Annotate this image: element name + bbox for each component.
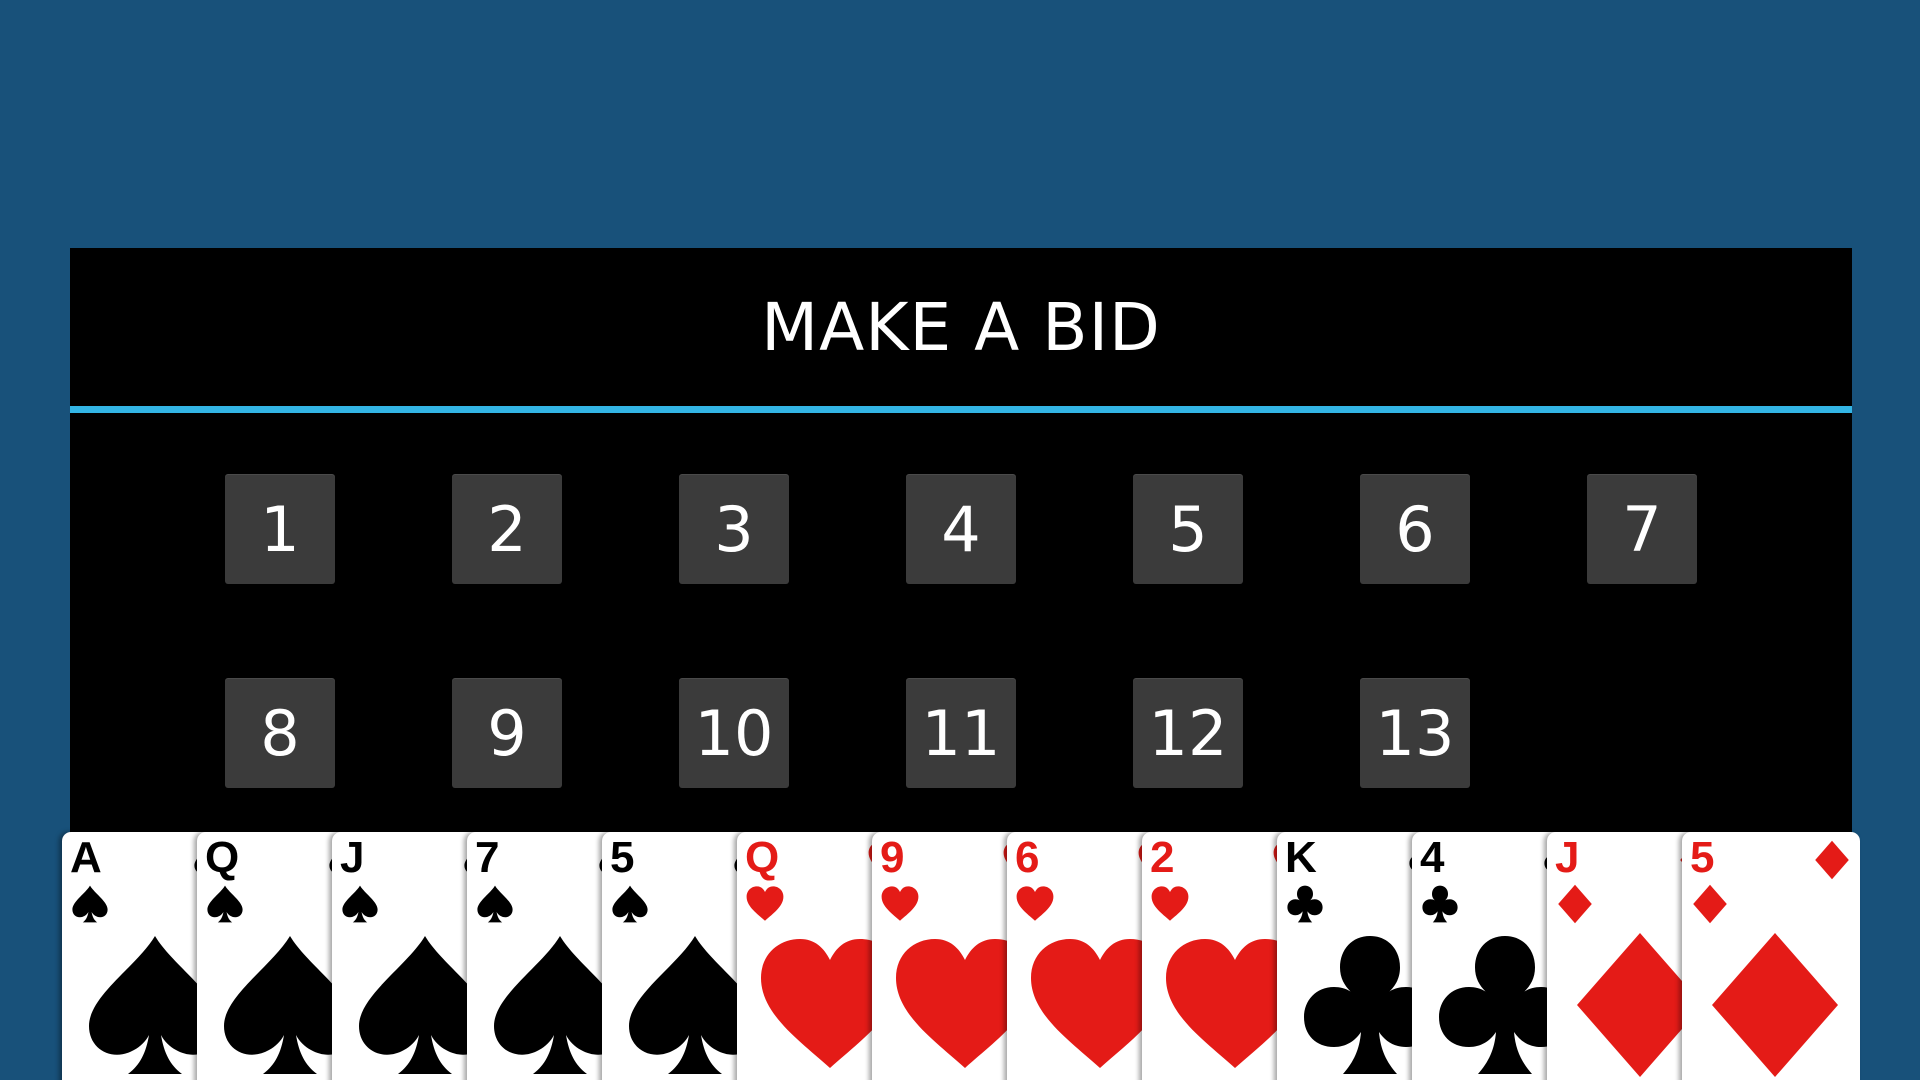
card-rank: 5	[1690, 833, 1715, 882]
card-rank: 5	[610, 833, 635, 882]
spade-icon	[342, 885, 378, 923]
card-rank: J	[1555, 833, 1580, 882]
spade-icon	[72, 885, 108, 923]
bid-button-13[interactable]: 13	[1360, 678, 1470, 788]
heart-icon	[1016, 886, 1054, 921]
card-rank: 7	[475, 833, 500, 882]
card-rank: A	[70, 833, 102, 882]
playing-card-5-diamond[interactable]: 5	[1682, 832, 1860, 1080]
card-rank: 9	[880, 833, 905, 882]
club-icon	[1422, 885, 1458, 923]
spade-icon	[612, 885, 648, 923]
bid-dialog-header: MAKE A BID	[70, 248, 1852, 406]
bid-button-10[interactable]: 10	[679, 678, 789, 788]
bid-button-4[interactable]: 4	[906, 474, 1016, 584]
heart-icon	[1151, 886, 1189, 921]
diamond-icon	[1712, 933, 1838, 1077]
bid-dialog-title: MAKE A BID	[761, 288, 1161, 366]
bid-button-5[interactable]: 5	[1133, 474, 1243, 584]
bid-dialog: MAKE A BID 1 2 3 4 5 6 7 8 9 10 11 12 13	[70, 248, 1852, 854]
bid-button-9[interactable]: 9	[452, 678, 562, 788]
bid-button-3[interactable]: 3	[679, 474, 789, 584]
card-rank: Q	[205, 833, 240, 882]
bid-button-8[interactable]: 8	[225, 678, 335, 788]
bid-button-7[interactable]: 7	[1587, 474, 1697, 584]
heart-icon	[746, 886, 784, 921]
bid-button-1[interactable]: 1	[225, 474, 335, 584]
bid-button-6[interactable]: 6	[1360, 474, 1470, 584]
player-hand: A Q J 7 5 Q 9 6 2 K 4 J 5	[62, 832, 1864, 1080]
card-rank: 4	[1420, 833, 1445, 882]
card-rank: J	[340, 833, 365, 882]
game-table: MAKE A BID 1 2 3 4 5 6 7 8 9 10 11 12 13 AQJ75Q962K4…	[0, 0, 1920, 1080]
bid-dialog-divider	[70, 406, 1852, 413]
diamond-icon	[1558, 884, 1592, 924]
spade-icon	[477, 885, 513, 923]
card-rank: K	[1285, 833, 1317, 882]
card-rank: Q	[745, 833, 780, 882]
bid-button-12[interactable]: 12	[1133, 678, 1243, 788]
card-rank: 6	[1015, 833, 1040, 882]
diamond-icon	[1815, 840, 1849, 880]
club-icon	[1287, 885, 1323, 923]
heart-icon	[881, 886, 919, 921]
bid-button-11[interactable]: 11	[906, 678, 1016, 788]
bid-button-2[interactable]: 2	[452, 474, 562, 584]
diamond-icon	[1693, 884, 1727, 924]
spade-icon	[207, 885, 243, 923]
card-rank: 2	[1150, 833, 1175, 882]
